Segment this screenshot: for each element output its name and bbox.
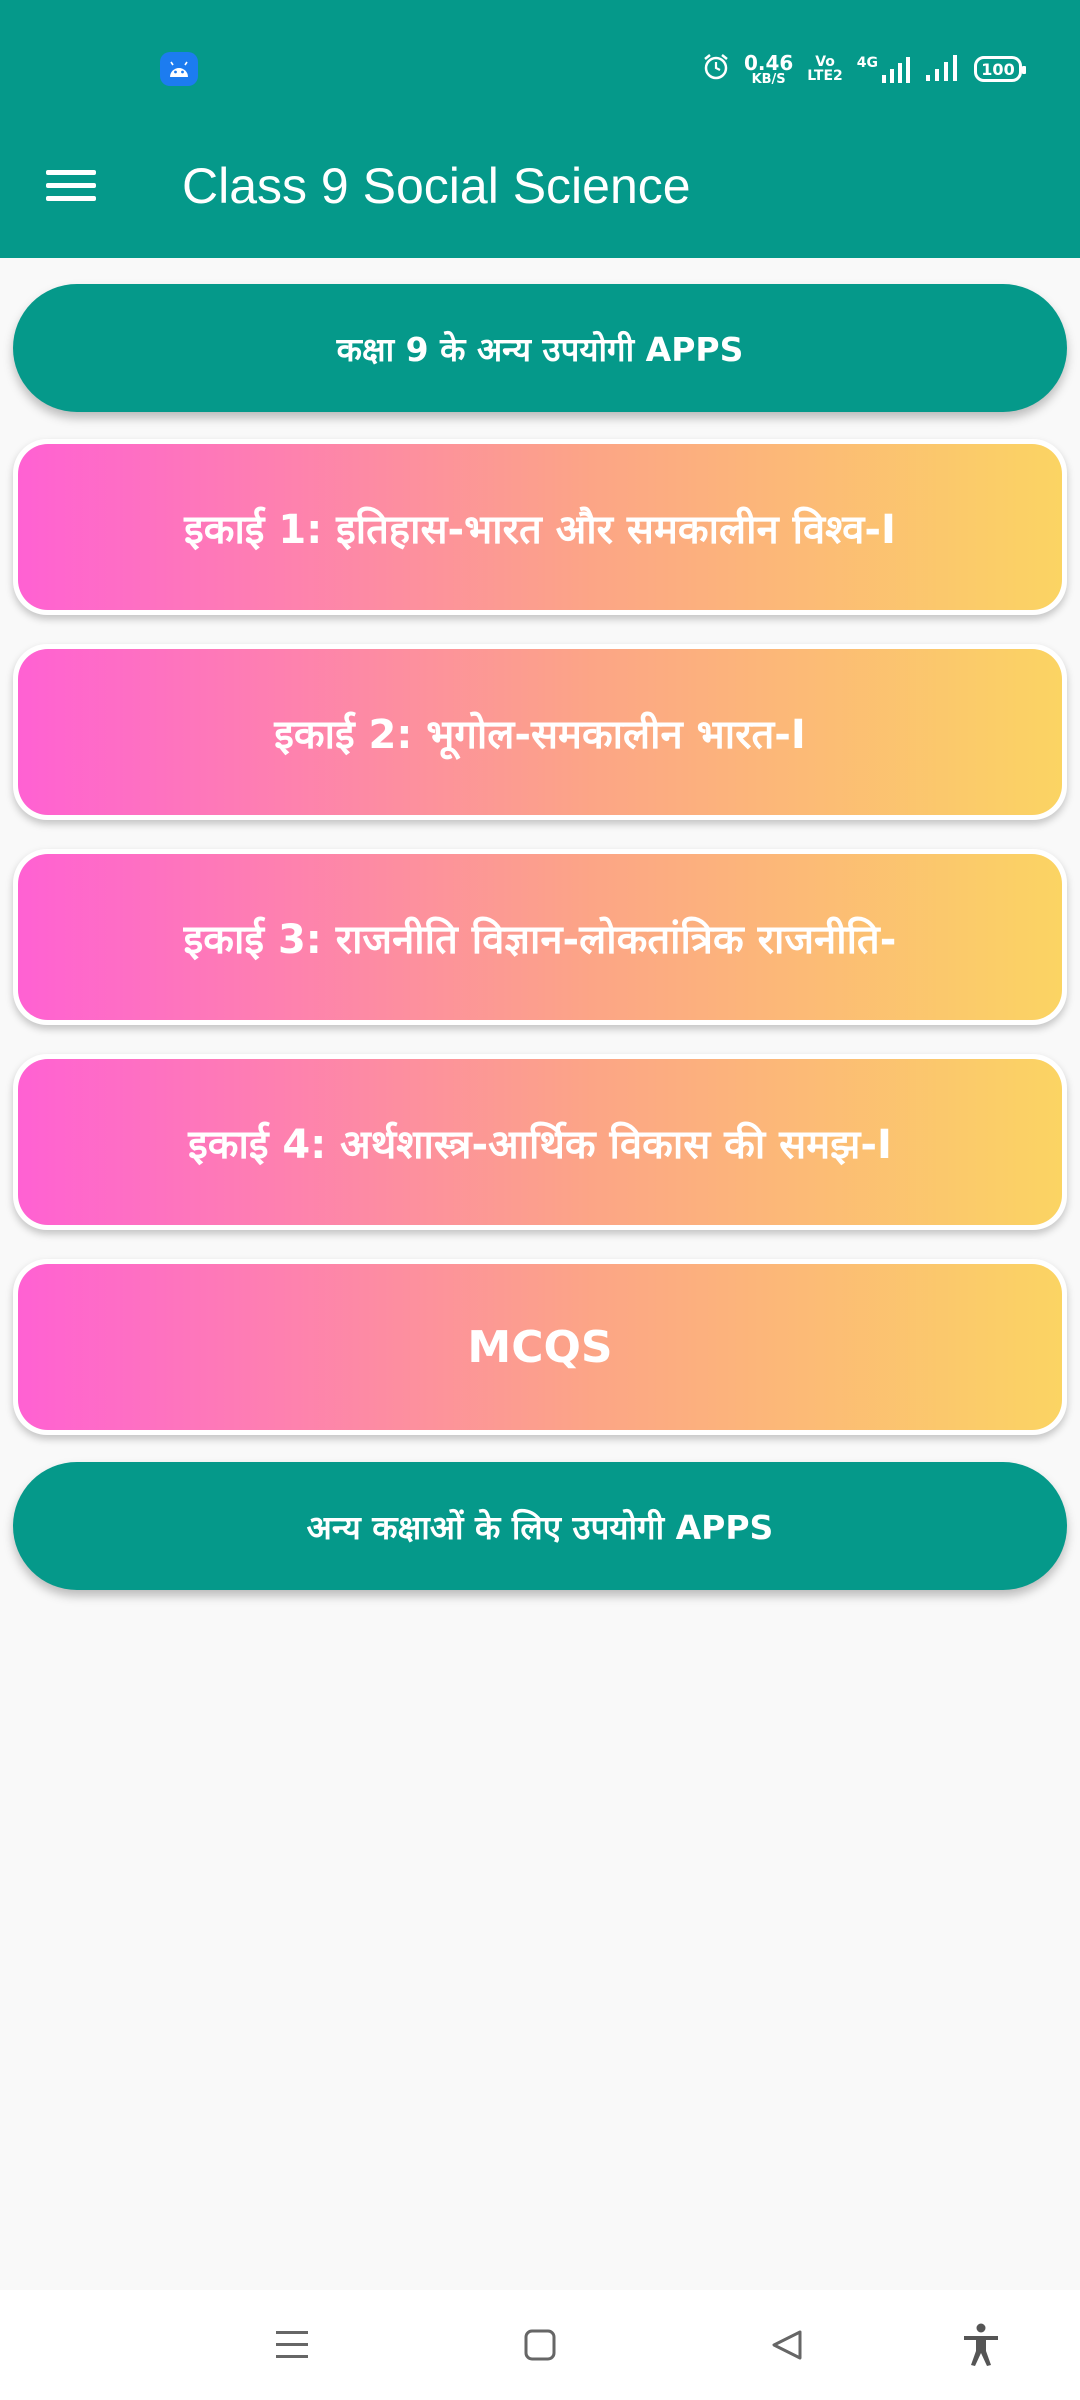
alarm-icon — [702, 53, 730, 85]
home-icon[interactable] — [505, 2310, 575, 2380]
other-classes-apps-button[interactable]: अन्य कक्षाओं के लिए उपयोगी APPS — [13, 1462, 1067, 1590]
network-speed-value: 0.46 — [743, 50, 794, 75]
android-icon — [160, 52, 198, 86]
network-type-label: 4G — [856, 55, 878, 71]
signal-icon-sim2 — [926, 53, 960, 85]
back-icon[interactable] — [752, 2310, 822, 2380]
hamburger-menu-icon[interactable] — [46, 166, 96, 206]
other-classes-apps-label: अन्य कक्षाओं के लिए उपयोगी APPS — [306, 1507, 774, 1547]
volte-indicator: Vo LTE2 — [807, 55, 842, 83]
page-title: Class 9 Social Science — [182, 158, 691, 214]
mcqs-card[interactable]: MCQS — [13, 1259, 1067, 1435]
network-speed: 0.46 KB/S — [744, 53, 793, 86]
system-nav-bar — [0, 2290, 1080, 2400]
signal-icon: 4G — [857, 55, 912, 83]
unit-4-card[interactable]: इकाई 4: अर्थशास्त्र-आर्थिक विकास की समझ-… — [13, 1054, 1067, 1230]
mcqs-label: MCQS — [467, 1321, 613, 1373]
status-icons: 0.46 KB/S Vo LTE2 4G 100 — [702, 48, 1026, 90]
unit-3-card[interactable]: इकाई 3: राजनीति विज्ञान-लोकतांत्रिक राजन… — [13, 849, 1067, 1025]
app-bar: 0.46 KB/S Vo LTE2 4G 100 Class 9 Social … — [0, 0, 1080, 258]
unit-2-card[interactable]: इकाई 2: भूगोल-समकालीन भारत-I — [13, 644, 1067, 820]
unit-2-label: इकाई 2: भूगोल-समकालीन भारत-I — [274, 711, 806, 758]
volte-bottom-label: LTE2 — [807, 68, 843, 84]
network-speed-unit: KB/S — [751, 71, 786, 87]
battery-level: 100 — [981, 59, 1015, 79]
class9-other-apps-button[interactable]: कक्षा 9 के अन्य उपयोगी APPS — [13, 284, 1067, 412]
unit-4-label: इकाई 4: अर्थशास्त्र-आर्थिक विकास की समझ-… — [188, 1121, 892, 1168]
accessibility-icon[interactable] — [946, 2310, 1016, 2380]
class9-other-apps-label: कक्षा 9 के अन्य उपयोगी APPS — [336, 329, 744, 369]
unit-3-label: इकाई 3: राजनीति विज्ञान-लोकतांत्रिक राजन… — [183, 916, 897, 963]
recents-icon[interactable] — [257, 2310, 327, 2380]
volte-top-label: Vo — [815, 54, 835, 70]
unit-1-card[interactable]: इकाई 1: इतिहास-भारत और समकालीन विश्व-I — [13, 439, 1067, 615]
battery-icon: 100 — [974, 56, 1026, 82]
unit-1-label: इकाई 1: इतिहास-भारत और समकालीन विश्व-I — [184, 506, 896, 553]
